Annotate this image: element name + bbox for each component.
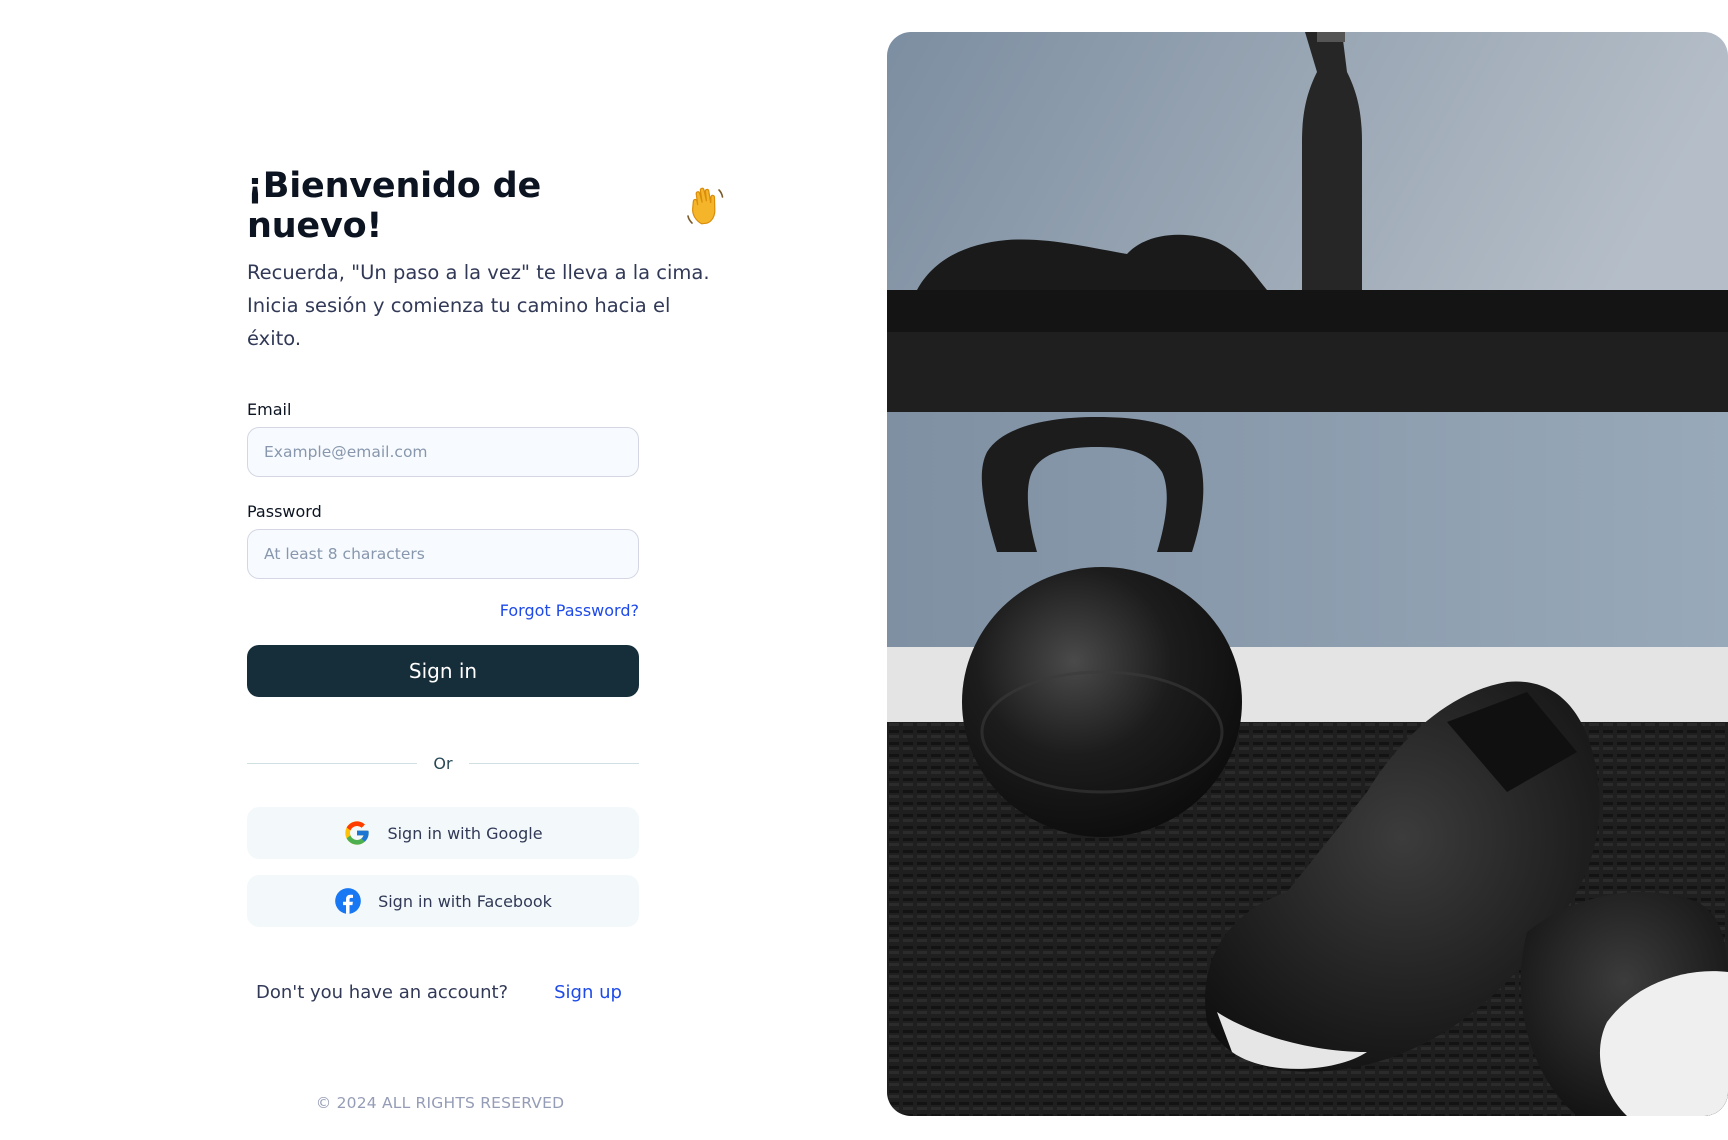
or-divider: Or: [247, 753, 640, 773]
login-content: ¡Bienvenido de nuevo! Recuerda, "Un paso…: [247, 166, 727, 1005]
google-sign-in-button[interactable]: Sign in with Google: [247, 807, 639, 859]
subtitle-line-1: Recuerda, "Un paso a la vez" te lleva a …: [247, 261, 710, 284]
footer-copyright: © 2024 ALL RIGHTS RESERVED: [315, 1094, 565, 1112]
hero-image: [887, 32, 1728, 1116]
waving-hand-icon: [683, 184, 727, 228]
login-form: Email Password Forgot Password? Sign in …: [247, 399, 640, 1005]
email-field-group: Email: [247, 399, 639, 477]
facebook-sign-in-button[interactable]: Sign in with Facebook: [247, 875, 639, 927]
subtitle: Recuerda, "Un paso a la vez" te lleva a …: [247, 256, 727, 355]
password-label: Password: [247, 502, 322, 521]
forgot-password-link[interactable]: Forgot Password?: [500, 601, 639, 620]
email-input[interactable]: [247, 427, 639, 477]
password-input[interactable]: [247, 529, 639, 579]
signup-prompt: Don't you have an account?: [256, 981, 509, 1003]
facebook-sign-in-label: Sign in with Facebook: [378, 891, 552, 911]
divider-line-right: [468, 762, 640, 764]
sign-up-link[interactable]: Sign up: [554, 982, 622, 1003]
page-title-text: ¡Bienvenido de nuevo!: [247, 166, 542, 246]
divider-line-left: [247, 762, 418, 764]
divider-label: Or: [433, 753, 453, 773]
login-panel: ¡Bienvenido de nuevo! Recuerda, "Un paso…: [0, 0, 860, 1140]
google-icon: [343, 819, 371, 847]
signup-row: Don't you have an account? Sign up: [247, 979, 639, 1005]
page-title: ¡Bienvenido de nuevo!: [247, 166, 727, 246]
sign-in-button[interactable]: Sign in: [247, 645, 639, 697]
subtitle-line-2: Inicia sesión y comienza tu camino hacia…: [247, 294, 671, 350]
forgot-password-row: Forgot Password?: [247, 601, 639, 623]
password-field-group: Password: [247, 501, 639, 579]
google-sign-in-label: Sign in with Google: [387, 823, 543, 843]
facebook-icon: [334, 887, 362, 915]
email-label: Email: [247, 400, 292, 419]
